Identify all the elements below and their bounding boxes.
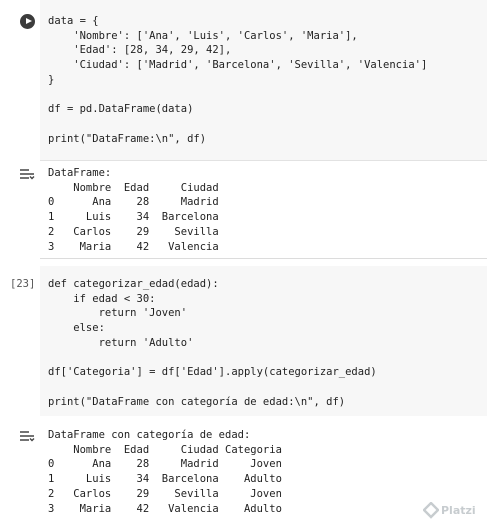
platzi-logo-icon [423,502,439,519]
output-line: 0 Ana 28 Madrid [48,196,219,209]
code-line: 'Nombre': ['Ana', 'Luis', 'Carlos', 'Mar… [48,29,358,42]
code-line: } [48,73,55,86]
output-line: 2 Carlos 29 Sevilla Joven [48,487,282,500]
code-line: def categorizar_edad(edad): [48,278,219,290]
output-line: Nombre Edad Ciudad Categoria [48,443,282,456]
cell-divider [40,160,487,161]
execution-count: [23] [10,278,36,290]
play-icon[interactable] [20,14,35,29]
output-line: 3 Maria 42 Valencia [48,240,219,253]
output-line: 1 Luis 34 Barcelona [48,211,219,224]
platzi-watermark: Platzi [423,500,479,522]
output-line: 0 Ana 28 Madrid Joven [48,458,282,471]
code-line: 'Ciudad': ['Madrid', 'Barcelona', 'Sevil… [48,59,428,72]
code-line: if edad < 30: [48,292,156,305]
output-line: 2 Carlos 29 Sevilla [48,225,219,238]
cell-divider [40,258,487,259]
code-line: return 'Adulto' [48,336,194,349]
code-line: else: [48,322,105,335]
output-line: DataFrame con categoría de edad: [48,429,251,441]
code-line: 'Edad': [28, 34, 29, 42], [48,44,232,57]
watermark-text: Platzi [441,504,476,517]
code-line: df['Categoria'] = df['Edad'].apply(categ… [48,366,377,379]
code-line: return 'Joven' [48,307,188,320]
code-line: df = pd.DataFrame(data) [48,103,194,116]
output-line: 1 Luis 34 Barcelona Adulto [48,473,282,486]
code-line: print("DataFrame con categoría de edad:\… [48,395,346,408]
output-collapse-icon[interactable] [19,430,35,442]
output-collapse-icon[interactable] [19,168,35,180]
code-line: print("DataFrame:\n", df) [48,132,207,145]
output-line: Nombre Edad Ciudad [48,181,219,194]
output-line: DataFrame: [48,167,112,179]
output-line: 3 Maria 42 Valencia Adulto [48,502,282,515]
code-line: data = { [48,15,99,27]
